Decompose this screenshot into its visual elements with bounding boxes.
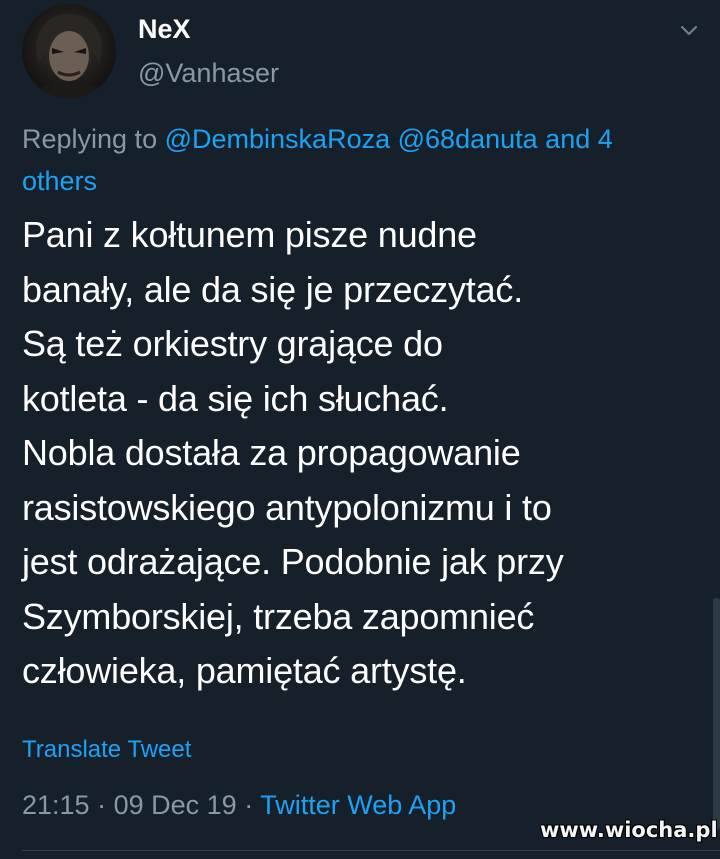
reply-others-line-1: and 4 (545, 124, 613, 154)
watermark-logo: www.wiocha.pl (540, 818, 718, 842)
tweet-text-line: człowieka, pamiętać artystę. (22, 650, 467, 691)
author-handle[interactable]: @Vanhaser (138, 58, 279, 89)
avatar[interactable] (22, 4, 116, 98)
tweet-text-line: kotleta - da się ich słuchać. (22, 377, 449, 419)
reply-prefix: Replying to (22, 124, 158, 154)
tweet-text: Pani z kołtunem pisze nudne banały, ale … (22, 208, 712, 699)
translate-tweet-link[interactable]: Translate Tweet (22, 736, 191, 764)
tweet-source-link[interactable]: Twitter Web App (260, 790, 456, 820)
tweet-date: 09 Dec 19 (113, 790, 237, 820)
tweet-text-line: Szymborskiej, trzeba zapomnieć (22, 595, 535, 637)
tweet-text-line: Nobla dostała za propagowanie (22, 432, 521, 473)
tweet-time: 21:15 (22, 790, 90, 820)
tweet-text-line: Pani z kołtunem pisze nudne (22, 214, 477, 255)
tweet-meta: 21:15 · 09 Dec 19 · Twitter Web App (22, 790, 456, 821)
tweet-header: NeX @Vanhaser (0, 0, 720, 110)
meta-separator: · (97, 790, 107, 820)
mention-68danuta[interactable]: @68danuta (398, 124, 538, 154)
tweet-text-line: jest odrażające. Podobnie jak przy (22, 541, 564, 582)
tweet-text-line: banały, ale da się je przeczytać. (22, 268, 524, 310)
author-display-name[interactable]: NeX (138, 14, 191, 45)
mention-dembinskaroza[interactable]: @DembinskaRoza (165, 124, 391, 154)
reply-context: Replying to @DembinskaRoza @68danuta and… (22, 118, 702, 202)
tweet-text-line: rasistowskiego antypolonizmu i to (22, 486, 552, 528)
avatar-image (22, 4, 116, 98)
reply-others-line-2: others (22, 166, 98, 196)
scrollbar-thumb[interactable] (713, 598, 720, 830)
meta-separator: · (244, 790, 254, 820)
tweet-text-line: Są też orkiestry grające do (22, 323, 443, 364)
chevron-down-icon[interactable] (676, 18, 702, 44)
divider (22, 850, 720, 851)
